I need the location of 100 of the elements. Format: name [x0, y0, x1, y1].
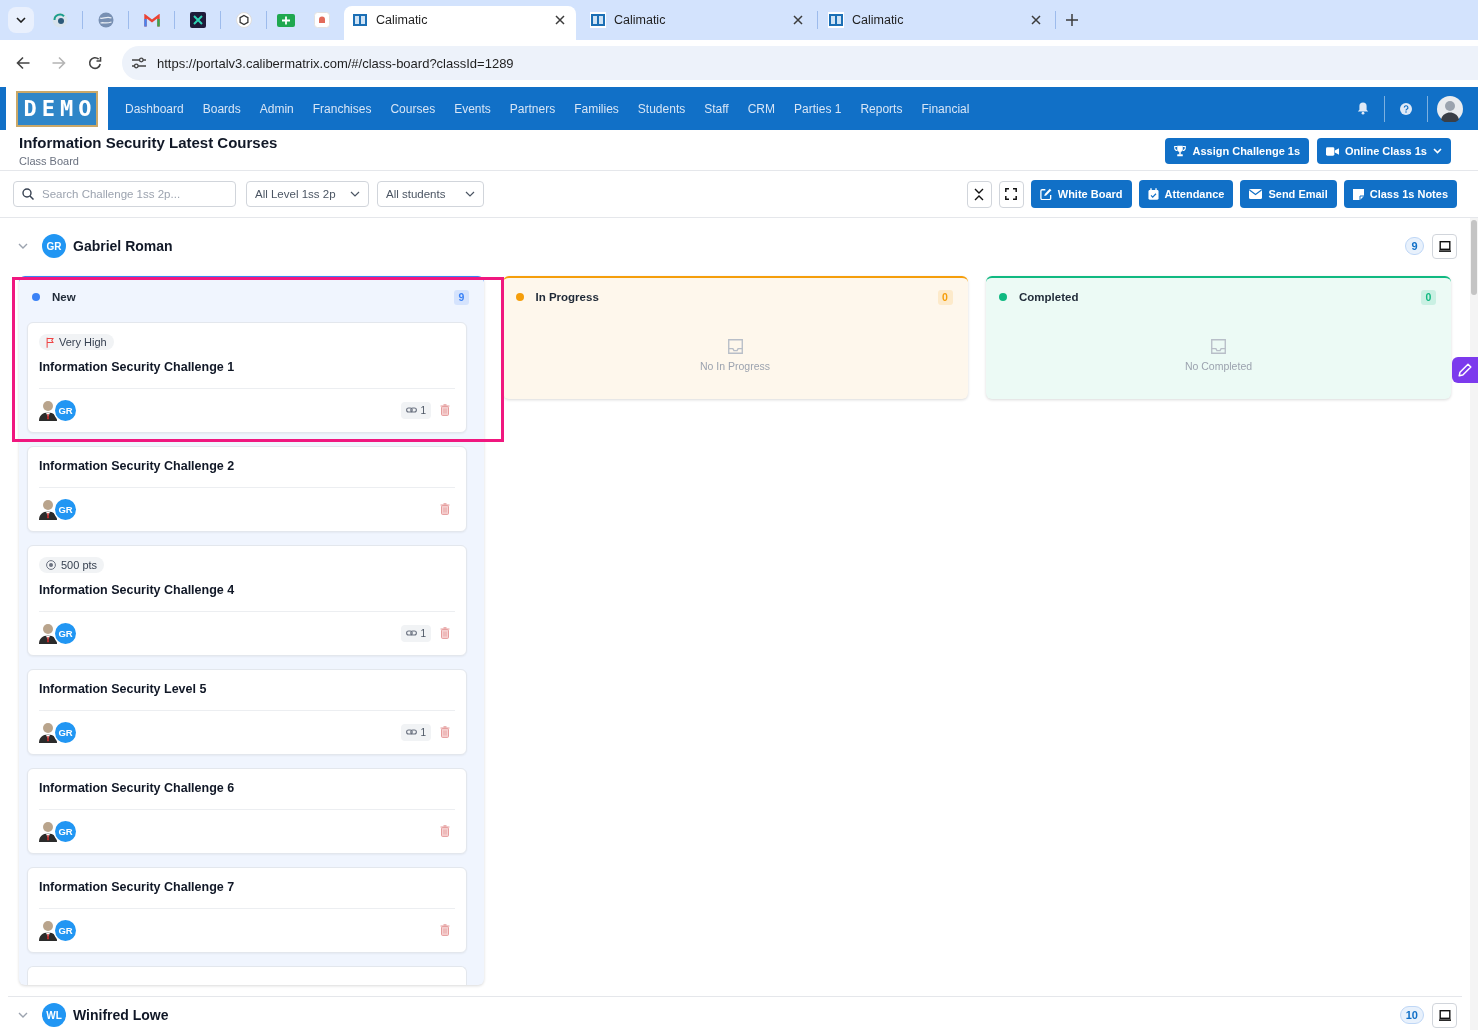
challenge-card[interactable]: Information Security Challenge 7 GR [27, 867, 467, 953]
empty-message: No In Progress [700, 359, 770, 373]
url-text: https://portalv3.calibermatrix.com/#/class-board?classId=1289 [157, 55, 514, 71]
challenge-card[interactable]: 500 pts Information Security Challenge 4 GR 1 [27, 545, 467, 656]
inbox-icon [727, 339, 743, 354]
scrollbar[interactable] [1470, 218, 1478, 1030]
collapse-button[interactable] [966, 180, 992, 208]
initials-avatar: GR [55, 399, 76, 421]
link-icon [406, 630, 418, 636]
envelope-icon [1249, 189, 1263, 199]
trash-icon[interactable] [440, 404, 450, 416]
filter-dropdown[interactable]: All Level 1ss 2p [246, 181, 369, 207]
nav-link[interactable]: Staff [704, 101, 729, 116]
browser-tab[interactable]: Calimatic [344, 6, 576, 40]
challenge-card[interactable]: Information Security Challenge 6 GR [27, 768, 467, 854]
coin-icon [46, 560, 56, 570]
initials-avatar: GR [55, 919, 76, 941]
tag-label: Very High [59, 336, 107, 348]
tab-search-button[interactable] [8, 7, 34, 33]
pencil-icon [1458, 363, 1472, 377]
chevron-down-icon[interactable] [18, 1012, 28, 1018]
sliders-icon[interactable] [132, 57, 146, 69]
initials-avatar: GR [55, 820, 76, 842]
scrollbar-thumb[interactable] [1471, 220, 1477, 295]
trash-icon[interactable] [440, 924, 450, 936]
nav-link[interactable]: Franchises [312, 101, 372, 116]
dome-tile-icon[interactable] [314, 12, 330, 28]
nav-link[interactable]: Courses [390, 101, 436, 116]
trash-icon[interactable] [440, 825, 450, 837]
address-bar[interactable]: https://portalv3.calibermatrix.com/#/class-board?classId=1289 [122, 46, 1478, 80]
nav-link[interactable]: CRM [747, 101, 776, 116]
edit-icon [1039, 188, 1052, 200]
nav-link[interactable]: Students [637, 101, 686, 116]
initials-avatar: GR [55, 498, 76, 520]
globe-icon[interactable] [98, 12, 114, 28]
mail-icon[interactable] [144, 13, 160, 27]
nav-link[interactable]: Boards [202, 101, 241, 116]
trash-icon[interactable] [440, 503, 450, 515]
user-avatar[interactable] [1437, 95, 1463, 122]
whiteboard-button[interactable]: White Board [1030, 180, 1132, 208]
assign-button[interactable]: Assign Challenge 1s [1165, 138, 1310, 164]
nav-link[interactable]: Families [574, 101, 619, 116]
chevron-down-icon[interactable] [18, 243, 28, 249]
filter-dropdown[interactable]: All students [377, 181, 484, 207]
hexagon-icon[interactable] [236, 12, 252, 28]
plus-tile-icon[interactable] [276, 13, 295, 27]
nav-link[interactable]: Parties 1 [794, 101, 842, 116]
link-count: 1 [420, 627, 426, 639]
arrow-right-icon [52, 56, 66, 70]
board-button[interactable] [1432, 233, 1457, 259]
chevron-down-icon [465, 191, 475, 197]
card-title: Information Security Challenge 7 [39, 879, 235, 895]
chevron-down-icon [350, 191, 360, 197]
collapse-icon [974, 187, 985, 201]
challenge-card[interactable]: Information Security Challenge 2 GR [27, 446, 467, 532]
circle-logo-icon[interactable] [52, 12, 68, 28]
challenge-card[interactable]: Information Security Level 5 GR 1 [27, 669, 467, 755]
nav-link[interactable]: Partners [509, 101, 556, 116]
student-name: Gabriel Roman [73, 238, 173, 254]
nav-link[interactable]: Events [454, 101, 491, 116]
send-email-button[interactable]: Send Email [1240, 180, 1337, 208]
search-field[interactable]: Search Challenge 1ss 2p... [13, 181, 236, 207]
browser-tab[interactable]: Calimatic [820, 6, 1052, 40]
bell-icon[interactable] [1357, 102, 1369, 115]
initials-avatar: GR [55, 721, 76, 743]
avatar-icon [39, 399, 57, 421]
challenge-card[interactable]: Very High Information Security Challenge 1 GR 1 [27, 322, 467, 433]
card-title: Information Security Challenge 1 [39, 359, 235, 375]
fullscreen-button[interactable] [998, 180, 1024, 208]
logo-tile-icon [590, 12, 606, 28]
avatar-icon [39, 498, 57, 520]
page-subtitle: Class Board [19, 154, 80, 168]
attendance-button[interactable]: Attendance [1138, 180, 1234, 208]
empty-message: No Completed [1184, 359, 1253, 373]
fullscreen-icon [1005, 188, 1018, 200]
edit-button[interactable] [1452, 357, 1478, 383]
nav-link[interactable]: Dashboard [125, 101, 184, 116]
board-button[interactable] [1432, 1002, 1457, 1028]
logo[interactable]: DEMO [6, 87, 108, 130]
initials-avatar: WL [42, 1003, 66, 1027]
help-icon[interactable] [1400, 102, 1412, 115]
avatar-icon [39, 721, 57, 743]
trash-icon[interactable] [440, 726, 450, 738]
close-icon [793, 15, 803, 25]
note-icon [1352, 188, 1364, 200]
browser-tab[interactable]: Calimatic [582, 6, 814, 40]
count-badge: 0 [1421, 289, 1436, 305]
nav-link[interactable]: Reports [860, 101, 903, 116]
reload-icon [88, 56, 102, 70]
app-tile-icon[interactable] [190, 12, 206, 28]
nav-link[interactable]: Financial [921, 101, 970, 116]
online-class-button[interactable]: Online Class 1s [1317, 138, 1451, 164]
count-badge: 9 [1405, 237, 1424, 255]
monitor-icon [1438, 1009, 1451, 1021]
trash-icon[interactable] [440, 627, 450, 639]
link-icon [406, 407, 418, 413]
search-icon [22, 188, 34, 200]
column-title: New [52, 291, 76, 303]
nav-link[interactable]: Admin [259, 101, 294, 116]
notes-button[interactable]: Class 1s Notes [1343, 180, 1457, 208]
